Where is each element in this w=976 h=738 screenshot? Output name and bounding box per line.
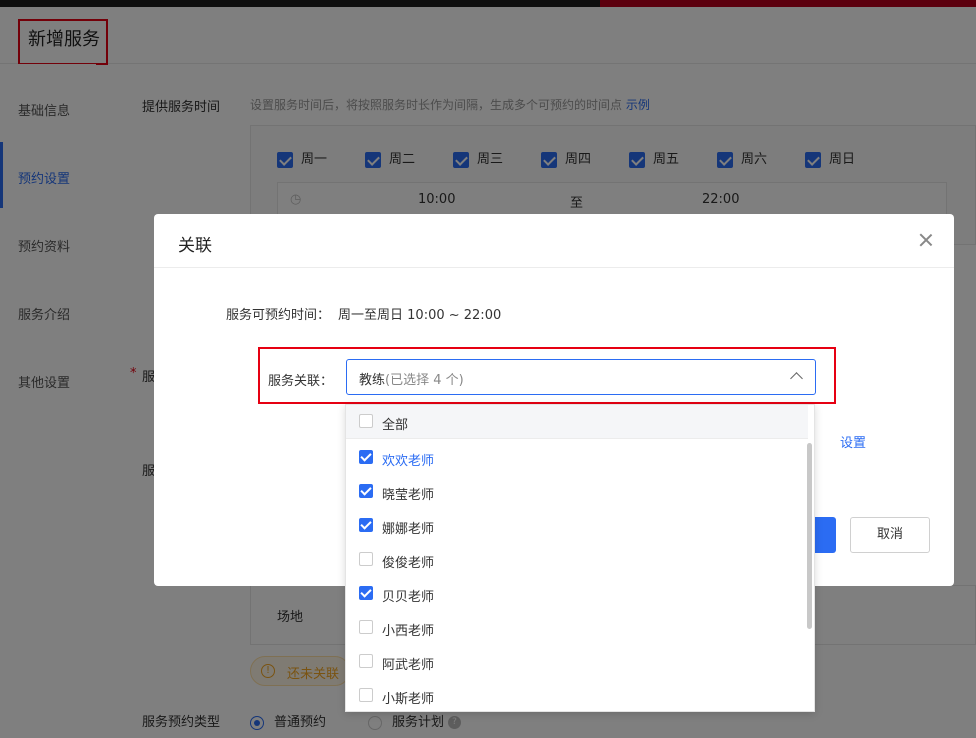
checkbox-icon[interactable] — [359, 450, 373, 464]
dropdown-option[interactable]: 小斯老师 — [346, 679, 808, 711]
service-association-select[interactable]: 教练(已选择 4 个) — [346, 359, 816, 395]
close-icon[interactable] — [918, 232, 934, 248]
checkbox-icon[interactable] — [359, 552, 373, 566]
dropdown-option-label: 晓莹老师 — [382, 488, 435, 503]
checkbox-icon[interactable] — [359, 688, 373, 702]
dropdown-option-all[interactable]: 全部 — [346, 405, 808, 439]
select-value: 教练(已选择 4 个) — [359, 369, 464, 388]
dropdown-option-label: 欢欢老师 — [382, 454, 435, 469]
select-count: (已选择 4 个) — [385, 373, 464, 388]
checkbox-icon[interactable] — [359, 586, 373, 600]
dropdown-scrollbar[interactable] — [807, 443, 812, 629]
modal-title: 关联 — [178, 236, 212, 256]
service-association-highlight-box: 服务关联： 教练(已选择 4 个) — [258, 347, 836, 404]
cancel-button[interactable]: 取消 — [850, 517, 930, 553]
dropdown-option[interactable]: 娜娜老师 — [346, 509, 808, 543]
chevron-up-icon[interactable] — [790, 372, 803, 385]
checkbox-icon[interactable] — [359, 654, 373, 668]
dropdown-option-label: 全部 — [382, 418, 409, 433]
dropdown-option-label: 娜娜老师 — [382, 522, 435, 537]
dropdown-option[interactable]: 小西老师 — [346, 611, 808, 645]
checkbox-icon[interactable] — [359, 484, 373, 498]
modal-header: 关联 — [154, 214, 954, 268]
settings-link[interactable]: 设置 — [840, 432, 866, 451]
dropdown-option-label: 小斯老师 — [382, 692, 435, 707]
dropdown-option[interactable]: 阿武老师 — [346, 645, 808, 679]
dropdown-option[interactable]: 欢欢老师 — [346, 441, 808, 475]
dropdown-option[interactable]: 晓莹老师 — [346, 475, 808, 509]
association-dropdown: 全部 欢欢老师 晓莹老师 娜娜老师 俊俊老师 贝贝老师 小西老师 阿武老师 小斯… — [345, 404, 815, 712]
checkbox-icon[interactable] — [359, 518, 373, 532]
dropdown-option-label: 小西老师 — [382, 624, 435, 639]
service-association-label: 服务关联： — [268, 374, 334, 389]
dropdown-option[interactable]: 贝贝老师 — [346, 577, 808, 611]
available-time-label: 服务可预约时间： — [226, 308, 331, 323]
dropdown-option-label: 俊俊老师 — [382, 556, 435, 571]
available-time-row: 服务可预约时间： 周一至周日 10:00 ~ 22:00 — [226, 304, 501, 323]
available-time-value: 周一至周日 10:00 ~ 22:00 — [338, 308, 502, 323]
select-value-text: 教练 — [359, 373, 386, 388]
checkbox-icon[interactable] — [359, 620, 373, 634]
dropdown-option-label: 贝贝老师 — [382, 590, 435, 605]
dropdown-option[interactable]: 俊俊老师 — [346, 543, 808, 577]
dropdown-option-label: 阿武老师 — [382, 658, 435, 673]
checkbox-icon[interactable] — [359, 414, 373, 428]
